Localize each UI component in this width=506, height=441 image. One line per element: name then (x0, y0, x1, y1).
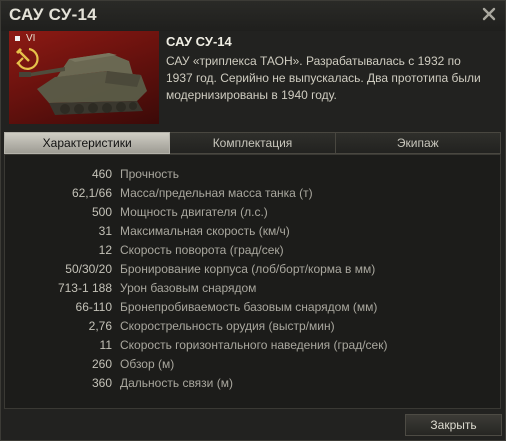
stat-label: Бронирование корпуса (лоб/борт/корма в м… (120, 262, 376, 276)
stat-label: Обзор (м) (120, 357, 175, 371)
stat-label: Дальность связи (м) (120, 376, 233, 390)
vehicle-header: VI САУ СУ-14 САУ «триплекса ТАОН». Разра… (5, 31, 501, 129)
stats-list: 460 Прочность 62,1/66 Масса/предельная мас… (5, 165, 500, 393)
stat-label: Скорость поворота (град/сек) (120, 243, 284, 257)
tab-crew[interactable]: Экипаж (335, 132, 501, 154)
tier-label: VI (26, 33, 36, 44)
tab-bar: Характеристики Комплектация Экипаж (4, 132, 501, 154)
stat-label: Масса/предельная масса танка (т) (120, 186, 313, 200)
stat-row: 713-1 188 Урон базовым снарядом (5, 279, 500, 298)
stat-row: 31 Максимальная скорость (км/ч) (5, 222, 500, 241)
vehicle-description: САУ «триплекса ТАОН». Разрабатывалась с … (166, 54, 481, 102)
title-bar: САУ СУ-14 (1, 1, 505, 31)
stat-label: Бронепробиваемость базовым снарядом (мм) (120, 300, 378, 314)
stat-value: 31 (98, 224, 112, 238)
tab-equipment[interactable]: Комплектация (170, 132, 336, 154)
stat-value: 12 (98, 243, 112, 257)
tier-icon (15, 35, 20, 41)
stat-row: 50/30/20 Бронирование корпуса (лоб/борт/к… (5, 260, 500, 279)
stat-label: Скорость горизонтального наведения (град… (120, 338, 388, 352)
stat-row: 12 Скорость поворота (град/сек) (5, 241, 500, 260)
stat-value: 460 (91, 167, 112, 181)
stat-value: 2,76 (88, 319, 112, 333)
stat-value: 500 (91, 205, 112, 219)
stat-value: 713-1 188 (57, 281, 112, 295)
stat-row: 2,76 Скорострельность орудия (выстр/мин) (5, 317, 500, 336)
stat-value: 260 (91, 357, 112, 371)
stat-row: 260 Обзор (м) (5, 355, 500, 374)
stat-label: Прочность (120, 167, 180, 181)
tank-illustration (15, 47, 147, 115)
stat-value: 66-110 (75, 300, 112, 314)
vehicle-info-window: САУ СУ-14 VI САУ СУ-14 САУ «триплекса ТА… (0, 0, 506, 441)
close-icon[interactable] (481, 6, 497, 22)
vehicle-name: САУ СУ-14 (166, 34, 232, 49)
stat-label: Мощность двигателя (л.с.) (120, 205, 268, 219)
stat-label: Максимальная скорость (км/ч) (120, 224, 290, 238)
characteristics-panel: 460 Прочность 62,1/66 Масса/предельная мас… (4, 154, 501, 409)
close-button[interactable]: Закрыть (405, 414, 502, 436)
tier-badge: VI (15, 33, 35, 44)
stat-row: 360 Дальность связи (м) (5, 374, 500, 393)
vehicle-image: VI (9, 31, 159, 124)
stat-row: 460 Прочность (5, 165, 500, 184)
window-title: САУ СУ-14 (9, 5, 97, 24)
stat-value: 50/30/20 (65, 262, 112, 276)
stat-row: 500 Мощность двигателя (л.с.) (5, 203, 500, 222)
stat-row: 62,1/66 Масса/предельная масса танка (т) (5, 184, 500, 203)
stat-label: Урон базовым снарядом (120, 281, 257, 295)
stat-value: 11 (99, 338, 112, 352)
stat-label: Скорострельность орудия (выстр/мин) (120, 319, 335, 333)
stat-row: 66-110 Бронепробиваемость базовым снарядо… (5, 298, 500, 317)
hammer-sickle-icon (15, 47, 39, 70)
tab-characteristics[interactable]: Характеристики (4, 132, 171, 154)
stat-value: 360 (91, 376, 112, 390)
stat-row: 11 Скорость горизонтального наведения (гр… (5, 336, 500, 355)
stat-value: 62,1/66 (71, 186, 112, 200)
